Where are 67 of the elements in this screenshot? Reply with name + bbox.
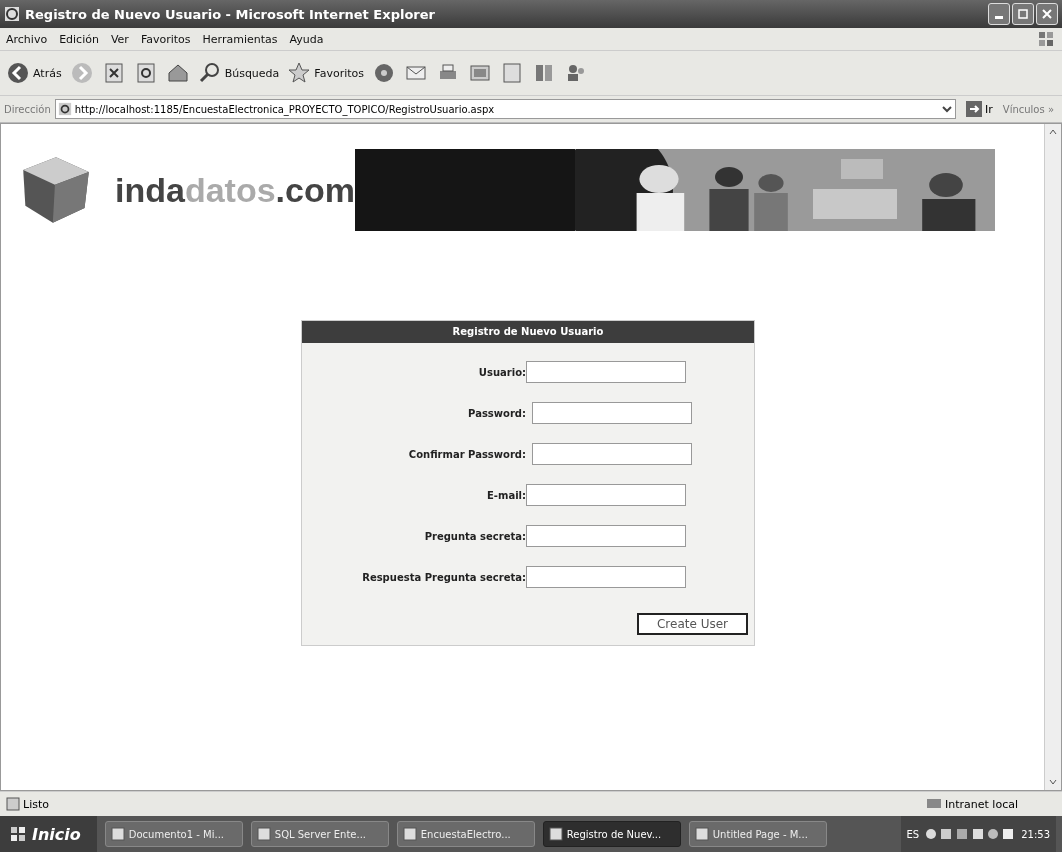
window-title: Registro de Nuevo Usuario - Microsoft Internet Explorer	[25, 6, 436, 22]
input-field[interactable]	[532, 402, 692, 424]
taskbar-button[interactable]: Documento1 - Mi...	[104, 821, 243, 847]
menu-item[interactable]: Ayuda	[289, 32, 324, 46]
input-field[interactable]	[526, 361, 686, 383]
menu-item[interactable]: Edición	[59, 32, 99, 46]
logo-text: indadatos.com	[115, 170, 355, 210]
search-button[interactable]: Búsqueda	[197, 61, 280, 85]
clock: 21:53	[1021, 828, 1050, 840]
taskbar-button[interactable]: EncuestaElectro...	[396, 821, 535, 847]
menu-item[interactable]: Herramientas	[202, 32, 278, 46]
network-icon	[926, 797, 942, 811]
address-field[interactable]: http://localhost:1185/EncuestaElectronica_PROYECTO_TOPICO/RegistroUsuario.aspx	[54, 99, 956, 119]
field-label: Password:	[467, 407, 526, 419]
dropdown-icon[interactable]	[941, 103, 953, 115]
input-field[interactable]	[526, 484, 686, 506]
menu-item[interactable]: Ver	[110, 32, 129, 46]
window-icon	[256, 827, 271, 841]
windows-logo-icon	[1036, 29, 1056, 49]
zone-text: Intranet local	[926, 797, 1056, 811]
field-label: Pregunta secreta:	[423, 530, 526, 542]
page-icon	[57, 102, 72, 116]
menu-item[interactable]: Archivo	[6, 32, 48, 46]
input-field[interactable]	[532, 443, 692, 465]
media-icon[interactable]	[372, 61, 396, 85]
page-icon	[6, 797, 20, 811]
input-field[interactable]	[526, 566, 686, 588]
favorites-button[interactable]: Favoritos	[287, 61, 364, 85]
go-button[interactable]: Ir	[960, 101, 999, 117]
language-indicator[interactable]: ES	[906, 828, 920, 840]
minimize-icon	[995, 16, 1003, 19]
form-title: Registro de Nuevo Usuario	[302, 321, 754, 343]
scroll-down-icon[interactable]	[1048, 777, 1058, 787]
window-icon	[694, 827, 709, 841]
browser-icon	[4, 6, 20, 22]
menu-item[interactable]: Favoritos	[140, 32, 191, 46]
search-icon	[197, 61, 222, 85]
field-label: Confirmar Password:	[407, 448, 526, 460]
field-label: E-mail:	[486, 489, 526, 501]
tray-icons[interactable]	[925, 827, 1016, 841]
field-label: Respuesta Pregunta secreta:	[361, 571, 526, 583]
close-button[interactable]	[1036, 3, 1058, 25]
taskbar-button[interactable]: Registro de Nuev...	[542, 821, 681, 847]
scroll-up-icon[interactable]	[1048, 127, 1058, 137]
window-icon	[402, 827, 417, 841]
status-text: Listo	[6, 797, 920, 811]
taskbar-button[interactable]: SQL Server Ente...	[250, 821, 389, 847]
forward-icon[interactable]	[69, 61, 94, 85]
back-icon	[6, 61, 30, 85]
scrollbar[interactable]	[1044, 124, 1061, 790]
back-button[interactable]: Atrás	[6, 61, 62, 85]
maximize-icon	[1017, 8, 1029, 20]
close-icon	[1041, 8, 1053, 20]
field-label: Usuario:	[477, 366, 526, 378]
input-field[interactable]	[526, 525, 686, 547]
window-icon	[548, 827, 563, 841]
links-button[interactable]: Vínculos »	[1002, 103, 1058, 115]
start-button[interactable]: Inicio	[0, 816, 97, 852]
maximize-button[interactable]	[1012, 3, 1034, 25]
taskbar-button[interactable]: Untitled Page - M...	[688, 821, 827, 847]
address-label: Dirección	[4, 103, 51, 115]
minimize-button[interactable]	[988, 3, 1010, 25]
note-icon[interactable]	[500, 61, 524, 85]
favorites-icon	[287, 61, 312, 85]
create-user-button[interactable]: Create User	[636, 613, 748, 635]
window-icon	[110, 827, 125, 841]
windows-logo-icon	[10, 826, 26, 842]
